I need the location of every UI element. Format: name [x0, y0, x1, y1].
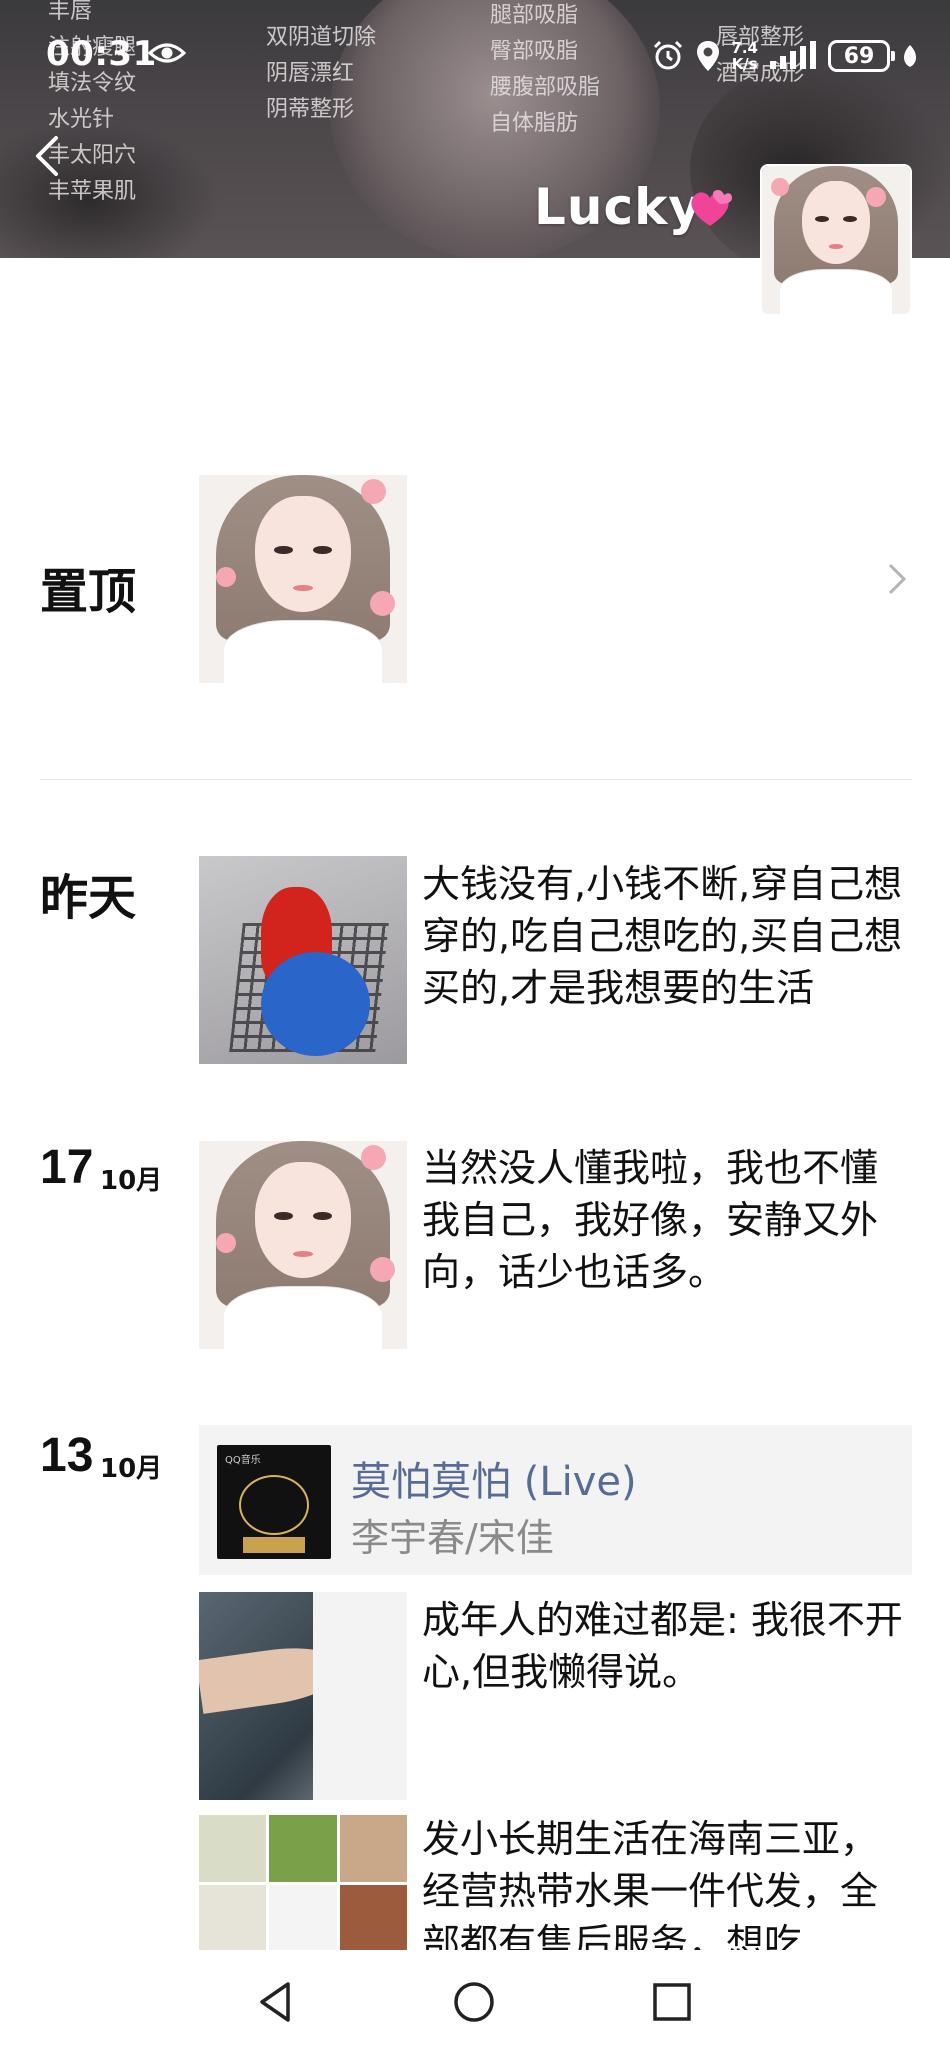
battery-level: 69	[843, 43, 875, 69]
date-month-oct-17: 10月	[100, 1166, 163, 1196]
nav-home-icon[interactable]	[448, 1976, 500, 2028]
chevron-right-icon[interactable]	[884, 560, 910, 598]
music-share-card[interactable]: QQ音乐 莫怕莫怕 (Live) 李宇春/宋佳	[199, 1425, 912, 1575]
heart-icon	[691, 190, 732, 226]
post-image-cart[interactable]	[199, 856, 407, 1064]
date-day-17: 17	[40, 1141, 94, 1194]
net-speed-unit: K/s	[731, 55, 758, 73]
post-text-oct17[interactable]: 当然没人懂我啦，我也不懂我自己，我好像，安静又外向，话少也话多。	[422, 1142, 912, 1298]
date-day-13: 13	[40, 1429, 94, 1482]
back-arrow-icon[interactable]	[28, 134, 68, 178]
net-speed: 7.4 K/s	[731, 40, 758, 72]
music-cover-image: QQ音乐	[217, 1445, 331, 1559]
date-month-oct-13: 10月	[100, 1454, 163, 1484]
date-yesterday: 昨天	[40, 870, 137, 926]
leaf-icon	[904, 45, 916, 67]
post-text-arm[interactable]: 成年人的难过都是: 我很不开心,但我懒得说。	[422, 1594, 912, 1698]
status-bar: 00:31 7.4 K/s 69	[0, 30, 950, 82]
profile-avatar[interactable]	[760, 164, 912, 316]
status-right-icons: 7.4 K/s 69	[651, 36, 920, 76]
pinned-post-image[interactable]	[199, 475, 407, 683]
divider	[40, 779, 912, 780]
net-speed-value: 7.4	[731, 39, 758, 57]
system-nav-bar	[0, 1950, 950, 2051]
post-text-yesterday[interactable]: 大钱没有,小钱不断,穿自己想穿的,吃自己想吃的,买自己想买的,才是我想要的生活	[422, 858, 912, 1014]
location-icon	[697, 41, 720, 71]
status-time: 00:31	[46, 34, 157, 74]
nav-recents-icon[interactable]	[646, 1976, 698, 2028]
post-image-arm[interactable]	[199, 1592, 407, 1800]
pinned-label: 置顶	[40, 564, 137, 620]
music-app-label: QQ音乐	[225, 1455, 261, 1466]
eye-icon	[148, 43, 186, 63]
profile-nickname[interactable]: Lucky	[534, 178, 702, 236]
music-title[interactable]: 莫怕莫怕 (Live)	[351, 1449, 637, 1507]
music-artist: 李宇春/宋佳	[351, 1516, 554, 1560]
battery-icon: 69	[828, 40, 895, 72]
signal-icon	[770, 41, 816, 69]
alarm-icon	[654, 40, 683, 70]
nav-back-icon[interactable]	[250, 1976, 302, 2028]
post-image-selfie[interactable]	[199, 1141, 407, 1349]
post-text-fruit[interactable]: 发小长期生活在海南三亚，经营热带水果一件代发，全部都有售后服务，想吃	[422, 1813, 912, 1950]
